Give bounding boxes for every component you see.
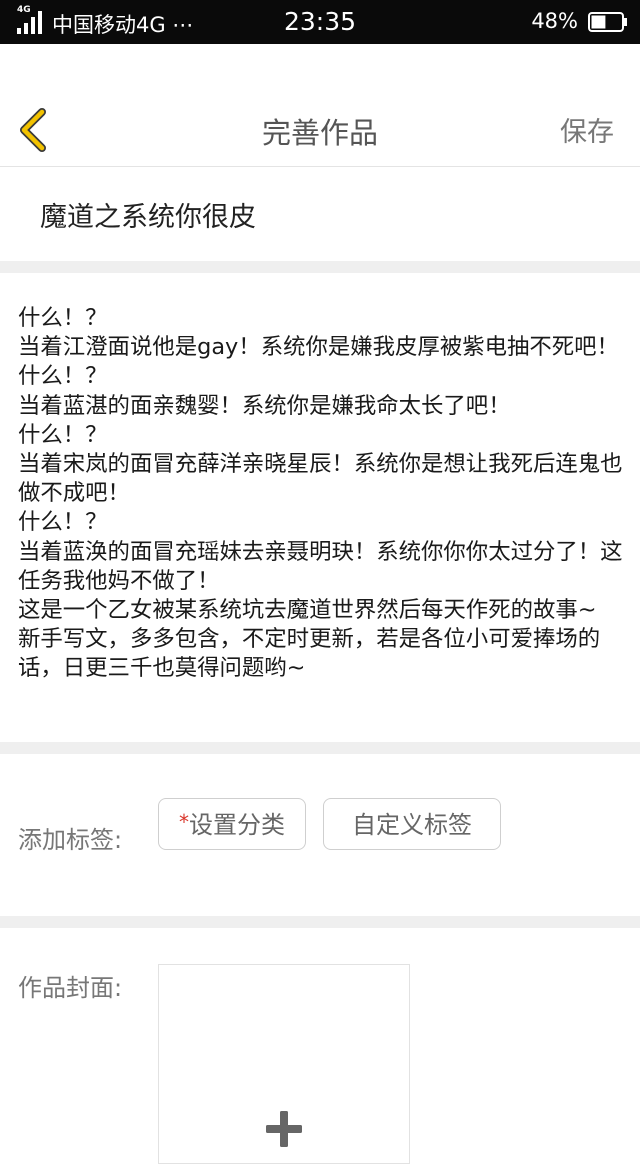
battery-icon [588, 12, 627, 32]
description-line: 什么！？ [18, 509, 108, 536]
custom-tag-button[interactable]: 自定义标签 [323, 798, 501, 850]
section-divider [0, 742, 640, 754]
description-line: 当着蓝湛的面亲魏婴！系统你是嫌我命太长了吧！ [18, 392, 511, 419]
section-divider [0, 916, 640, 928]
section-divider [0, 261, 640, 273]
plus-icon [266, 1111, 302, 1147]
description-line: 当着江澄面说他是gay！系统你是嫌我皮厚被紫电抽不死吧！ [18, 334, 619, 361]
description-line: 新手写文，多多包含，不定时更新，若是各位小可爱捧场的话，日更三千也莫得问题哟~ [18, 626, 601, 682]
nav-bar: 完善作品 保存 [0, 44, 640, 167]
page-title: 完善作品 [261, 116, 378, 150]
description-line: 什么！？ [18, 421, 108, 448]
tags-section: 添加标签: *设置分类 自定义标签 [0, 754, 640, 916]
cover-label: 作品封面: [18, 974, 123, 1002]
work-title-field[interactable]: 魔道之系统你很皮 [0, 167, 640, 261]
cover-upload-box[interactable] [158, 964, 410, 1164]
work-title-text: 魔道之系统你很皮 [40, 202, 256, 233]
battery-percent: 48% [531, 9, 578, 33]
description-line: 什么！？ [18, 305, 108, 331]
cover-section: 作品封面: [0, 928, 640, 1164]
tags-label: 添加标签: [18, 826, 123, 854]
description-line: 当着蓝涣的面冒充瑶妹去亲聂明玦！系统你你你太过分了！这任务我他妈不做了！ [18, 538, 623, 594]
set-category-button[interactable]: *设置分类 [158, 798, 306, 850]
description-line: 当着宋岚的面冒充薛洋亲晓星辰！系统你是想让我死后连鬼也做不成吧！ [18, 451, 623, 507]
custom-tag-label: 自定义标签 [352, 811, 472, 839]
description-line: 什么！？ [18, 363, 108, 390]
description-textarea[interactable]: 什么！？ 当着江澄面说他是gay！系统你是嫌我皮厚被紫电抽不死吧！ 什么！？ 当… [18, 304, 624, 742]
description-line: 这是一个乙女被某系统坑去魔道世界然后每天作死的故事~ [18, 597, 597, 624]
set-category-label: 设置分类 [189, 811, 285, 839]
status-bar: 4G 中国移动4G ⋯ 23:35 48% [0, 0, 640, 44]
save-button[interactable]: 保存 [560, 110, 614, 149]
required-mark: * [179, 810, 189, 834]
